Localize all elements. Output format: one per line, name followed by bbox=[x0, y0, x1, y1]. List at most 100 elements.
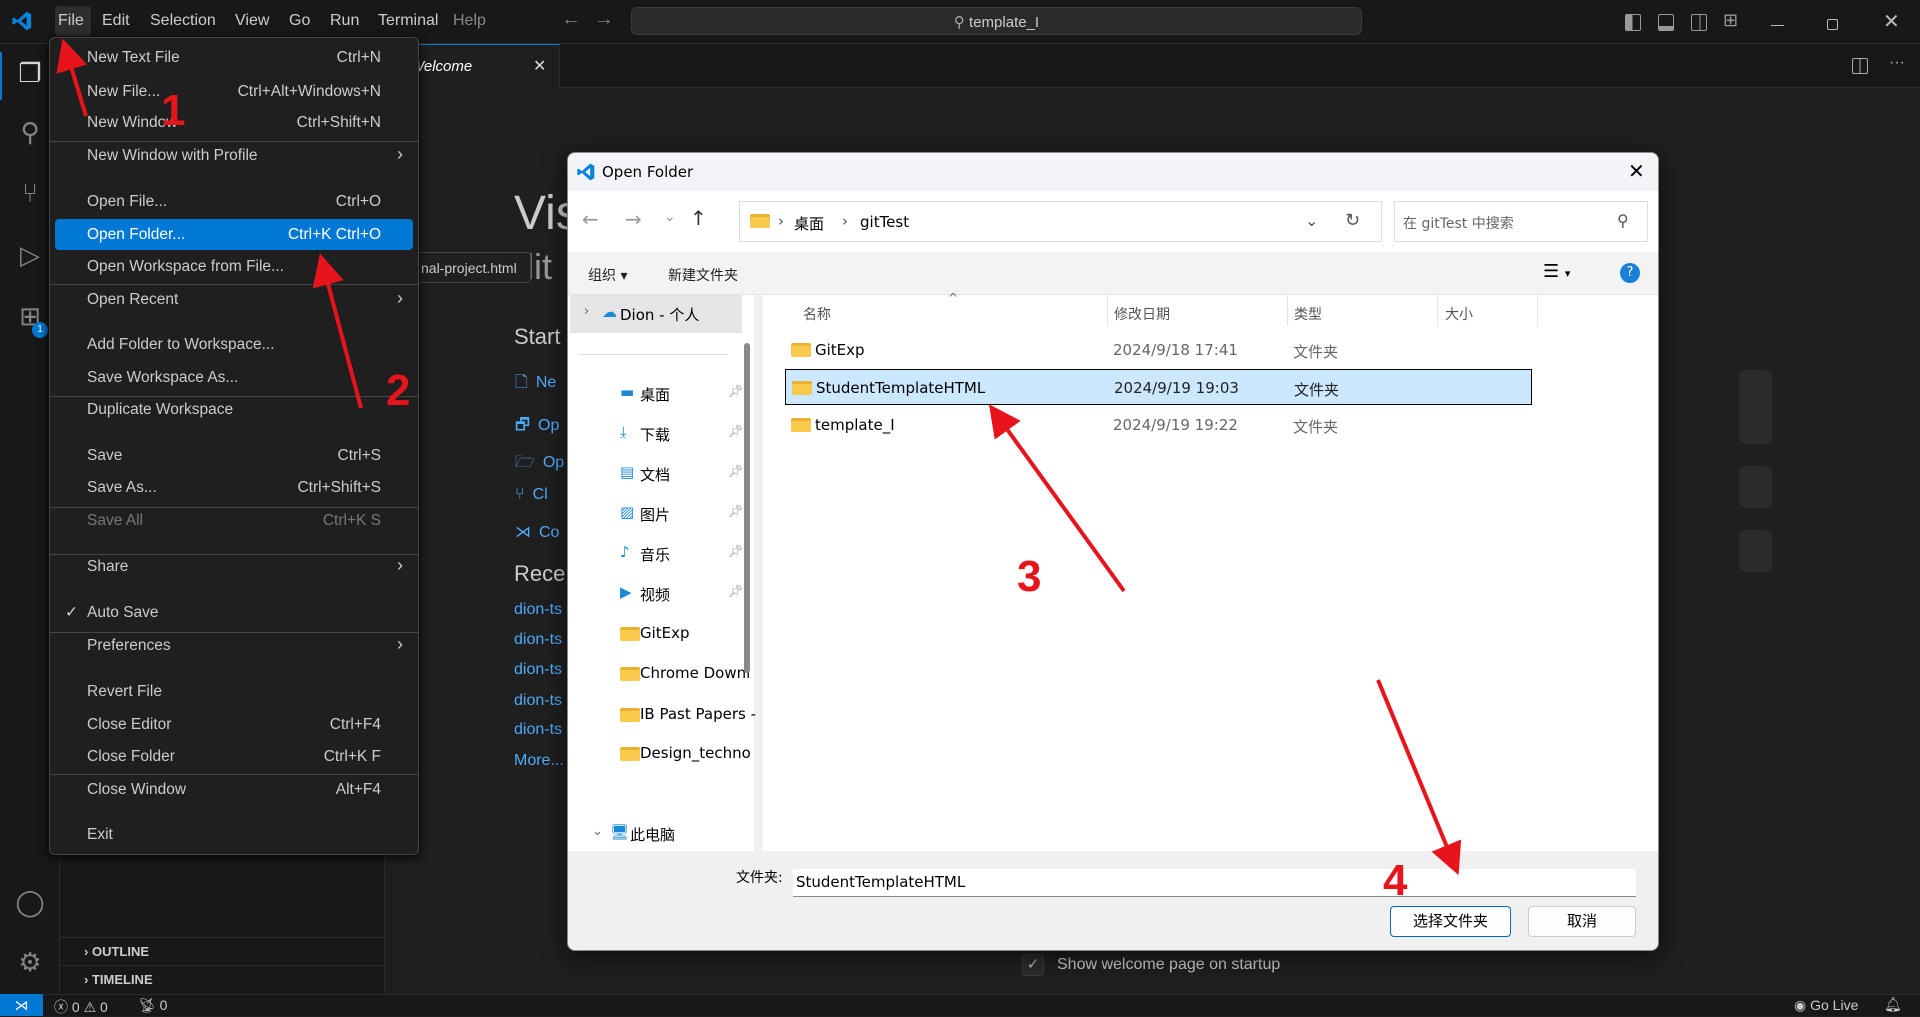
address-bar[interactable]: › 桌面 › gitTest ⌄ ↻ bbox=[739, 201, 1382, 242]
refresh-icon[interactable]: ↻ bbox=[1345, 210, 1360, 231]
timeline-section[interactable]: › TIMELINE bbox=[60, 965, 385, 993]
toggle-secondary-sidebar-icon[interactable] bbox=[1691, 14, 1707, 31]
start-link[interactable]: ⑂ Cl bbox=[515, 486, 548, 504]
more-actions-icon[interactable]: ··· bbox=[1889, 54, 1905, 72]
column-divider[interactable] bbox=[1107, 295, 1108, 326]
dialog-close-icon[interactable]: ✕ bbox=[1628, 159, 1645, 183]
recent-item[interactable]: dion-ts bbox=[514, 721, 562, 739]
walkthrough-card[interactable] bbox=[1739, 370, 1772, 444]
address-dropdown-icon[interactable]: ⌄ bbox=[1305, 211, 1318, 230]
close-window-icon[interactable]: ✕ bbox=[1883, 9, 1900, 34]
manage-gear-icon[interactable]: ⚙ bbox=[14, 946, 46, 978]
walkthrough-card[interactable] bbox=[1739, 530, 1772, 572]
recent-more-link[interactable]: More... bbox=[514, 752, 564, 770]
start-link[interactable]: 🗁 Op bbox=[515, 451, 564, 478]
file-row[interactable]: template_I 2024/9/19 19:22 文件夹 bbox=[785, 407, 1532, 443]
column-header[interactable]: 修改日期 bbox=[1114, 304, 1170, 324]
column-divider[interactable] bbox=[1537, 295, 1538, 326]
nav-item[interactable]: Chrome Downl bbox=[578, 655, 750, 693]
remote-indicator-icon[interactable]: ⋊ bbox=[0, 994, 43, 1016]
menu-item-new-window[interactable]: New Window Ctrl+Shift+N bbox=[55, 107, 413, 138]
show-on-startup-checkbox[interactable]: ✓ bbox=[1022, 954, 1044, 976]
go-live-button[interactable]: ◉ Go Live bbox=[1794, 997, 1858, 1014]
close-tab-icon[interactable]: ✕ bbox=[533, 56, 546, 76]
file-row[interactable]: StudentTemplateHTML 2024/9/19 19:03 文件夹 bbox=[785, 369, 1532, 405]
minimize-icon[interactable] bbox=[1771, 25, 1784, 26]
back-icon[interactable]: ← bbox=[582, 207, 599, 231]
nav-item[interactable]: › ☁ Dion - 个人 bbox=[570, 295, 742, 333]
customize-layout-icon[interactable]: ⊞ bbox=[1723, 10, 1738, 31]
recent-item[interactable]: dion-ts bbox=[514, 661, 562, 679]
nav-item[interactable]: ⤓ 下载 📌︎ bbox=[578, 415, 743, 453]
menu-item-save[interactable]: Save Ctrl+S bbox=[55, 440, 413, 471]
dialog-search-input[interactable]: 在 gitTest 中搜索 ⚲ bbox=[1394, 201, 1648, 242]
menu-item-new-file[interactable]: New File... Ctrl+Alt+Windows+N bbox=[55, 76, 413, 107]
notifications-bell-icon[interactable]: 🔔︎ bbox=[1884, 996, 1902, 1013]
recent-item[interactable]: dion-ts bbox=[514, 692, 562, 710]
menu-item-save-workspace-as[interactable]: Save Workspace As... bbox=[55, 362, 413, 393]
nav-item[interactable]: ♪ 音乐 📌︎ bbox=[578, 535, 743, 573]
search-view-icon[interactable]: ⚲ bbox=[14, 116, 46, 148]
source-control-icon[interactable]: ⑂ bbox=[14, 177, 46, 209]
restore-icon[interactable] bbox=[1827, 19, 1838, 30]
start-link[interactable]: 🗗 Op bbox=[515, 414, 559, 441]
ports-indicator[interactable]: 📡︎ 0 bbox=[138, 997, 167, 1014]
problems-indicator[interactable]: ⓧ 0 ⚠ 0 bbox=[54, 997, 108, 1017]
forward-icon[interactable]: → bbox=[625, 207, 642, 231]
menu-item-new-text-file[interactable]: New Text File Ctrl+N bbox=[55, 42, 413, 73]
nav-item[interactable]: ▤ 文档 📌︎ bbox=[578, 455, 743, 493]
nav-item[interactable]: GitExp bbox=[578, 615, 738, 653]
column-header[interactable]: 大小 bbox=[1445, 304, 1473, 324]
menu-item-revert-file[interactable]: Revert File bbox=[55, 676, 413, 707]
recent-item[interactable]: dion-ts bbox=[514, 601, 562, 619]
column-header[interactable]: 名称 bbox=[803, 304, 831, 324]
toggle-panel-icon[interactable] bbox=[1658, 14, 1674, 31]
chevron-down-icon[interactable]: ⌄ bbox=[592, 824, 603, 839]
menu-item-auto-save[interactable]: ✓ Auto Save bbox=[55, 597, 413, 628]
menu-terminal[interactable]: Terminal bbox=[378, 12, 438, 30]
menu-item-exit[interactable]: Exit bbox=[55, 819, 413, 850]
nav-item[interactable]: ⌄ 🖥︎ 此电脑 bbox=[578, 815, 738, 853]
nav-item[interactable]: IB Past Papers - bbox=[578, 696, 756, 734]
menu-item-duplicate-workspace[interactable]: Duplicate Workspace bbox=[55, 394, 413, 425]
command-center-search[interactable]: ⚲ template_I bbox=[631, 7, 1362, 35]
accounts-icon[interactable]: ◯ bbox=[14, 886, 46, 918]
tab-welcome[interactable]: Welcome ✕ bbox=[410, 44, 560, 88]
nav-scrollbar[interactable] bbox=[744, 343, 750, 673]
view-options-icon[interactable]: ☰ ▾ bbox=[1543, 261, 1570, 282]
menu-go[interactable]: Go bbox=[289, 12, 310, 30]
cancel-button[interactable]: 取消 bbox=[1528, 906, 1636, 937]
nav-item[interactable]: Design_techno bbox=[578, 735, 751, 773]
column-divider[interactable] bbox=[1437, 295, 1438, 326]
column-divider[interactable] bbox=[1287, 295, 1288, 326]
column-header[interactable]: 类型 bbox=[1294, 304, 1322, 324]
breadcrumb-desktop[interactable]: 桌面 bbox=[794, 213, 824, 234]
run-debug-icon[interactable]: ▷ bbox=[14, 239, 46, 271]
menu-item-close-window[interactable]: Close Window Alt+F4 bbox=[55, 774, 413, 805]
back-arrow-icon[interactable]: ← bbox=[561, 8, 581, 31]
new-folder-button[interactable]: 新建文件夹 bbox=[668, 265, 738, 285]
toggle-primary-sidebar-icon[interactable] bbox=[1625, 14, 1641, 31]
menu-item-save-all[interactable]: Save All Ctrl+K S bbox=[55, 505, 413, 536]
explorer-icon[interactable]: ❐ bbox=[14, 57, 46, 89]
menu-item-open-folder[interactable]: Open Folder... Ctrl+K Ctrl+O bbox=[55, 219, 413, 250]
chevron-right-icon[interactable]: › bbox=[584, 304, 589, 319]
recent-item[interactable]: dion-ts bbox=[514, 631, 562, 649]
file-row[interactable]: GitExp 2024/9/18 17:41 文件夹 bbox=[785, 332, 1532, 368]
menu-item-open-recent[interactable]: Open Recent › bbox=[55, 284, 413, 315]
start-link[interactable]: 🗋 Ne bbox=[515, 371, 556, 398]
menu-item-share[interactable]: Share › bbox=[55, 551, 413, 582]
menu-item-close-editor[interactable]: Close Editor Ctrl+F4 bbox=[55, 709, 413, 740]
menu-item-new-window-with-profile[interactable]: New Window with Profile › bbox=[55, 140, 413, 171]
nav-item[interactable]: ▨ 图片 📌︎ bbox=[578, 495, 743, 533]
menu-item-save-as[interactable]: Save As... Ctrl+Shift+S bbox=[55, 472, 413, 503]
outline-section[interactable]: › OUTLINE bbox=[60, 937, 385, 965]
breadcrumb-gittest[interactable]: gitTest bbox=[860, 213, 909, 231]
up-icon[interactable]: ↑ bbox=[690, 206, 707, 230]
menu-help[interactable]: Help bbox=[453, 12, 486, 30]
menu-run[interactable]: Run bbox=[330, 12, 359, 30]
nav-item[interactable]: ▬ 桌面 📌︎ bbox=[578, 375, 743, 413]
help-icon[interactable]: ? bbox=[1620, 263, 1640, 283]
menu-view[interactable]: View bbox=[235, 12, 269, 30]
forward-arrow-icon[interactable]: → bbox=[594, 8, 614, 31]
